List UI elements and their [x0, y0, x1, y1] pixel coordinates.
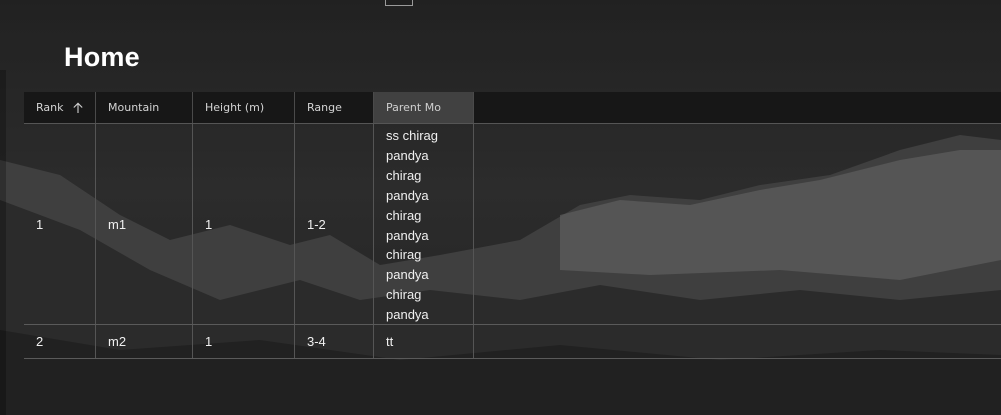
cell-rank: 1	[24, 124, 96, 324]
table-header: Rank Mountain Height (m) Range Parent Mo	[24, 92, 1001, 124]
column-header-label: Height (m)	[205, 101, 265, 114]
page-title: Home	[64, 42, 140, 72]
cell-parent-mountain: tt	[374, 325, 474, 358]
column-header-range[interactable]: Range	[295, 92, 374, 123]
cell-parent-mountain: ss chirag pandya chirag pandya chirag pa…	[374, 124, 474, 324]
column-header-label: Range	[307, 101, 342, 114]
row-filler	[474, 325, 1001, 358]
header-filler	[474, 92, 1001, 123]
left-edge-strip	[0, 70, 6, 415]
column-header-label: Rank	[36, 101, 64, 114]
column-header-label: Parent Mo	[386, 101, 441, 114]
cell-range: 3-4	[295, 325, 374, 358]
cell-rank: 2	[24, 325, 96, 358]
cell-mountain: m1	[96, 124, 193, 324]
cell-range: 1-2	[295, 124, 374, 324]
column-header-label: Mountain	[108, 101, 160, 114]
column-header-rank[interactable]: Rank	[24, 92, 96, 123]
column-header-parent-mountain[interactable]: Parent Mo	[374, 92, 474, 123]
window-handle[interactable]	[385, 0, 413, 6]
cell-height: 1	[193, 325, 295, 358]
column-header-height[interactable]: Height (m)	[193, 92, 295, 123]
table-row[interactable]: 1 m1 1 1-2 ss chirag pandya chirag pandy…	[24, 124, 1001, 325]
sort-ascending-icon	[72, 102, 84, 114]
mountains-table: Rank Mountain Height (m) Range Parent Mo…	[24, 92, 1001, 359]
row-filler	[474, 124, 1001, 324]
cell-height: 1	[193, 124, 295, 324]
table-row[interactable]: 2 m2 1 3-4 tt	[24, 325, 1001, 359]
cell-mountain: m2	[96, 325, 193, 358]
column-header-mountain[interactable]: Mountain	[96, 92, 193, 123]
